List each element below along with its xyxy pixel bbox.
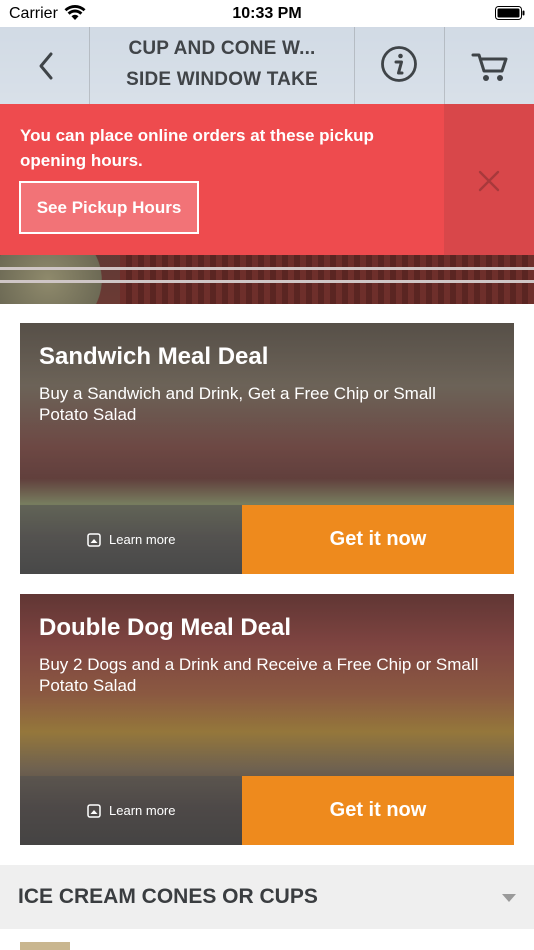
learn-more-button[interactable]: Learn more — [20, 776, 242, 845]
chevron-down-icon — [502, 894, 516, 902]
back-chevron-icon — [39, 52, 53, 80]
deal-description: Buy a Sandwich and Drink, Get a Free Chi… — [39, 384, 436, 424]
deal-title: Double Dog Meal Deal — [39, 614, 292, 641]
category-label: ICE CREAM CONES OR CUPS — [18, 885, 318, 908]
close-icon — [478, 170, 500, 192]
store-title-line1: CUP AND CONE W... — [128, 38, 316, 59]
deal-description: Buy 2 Dogs and a Drink and Receive a Fre… — [39, 655, 479, 695]
clock: 10:33 PM — [232, 5, 302, 22]
menu-item-thumbnail — [20, 942, 70, 950]
learn-more-button[interactable]: Learn more — [20, 505, 242, 574]
image-icon — [87, 533, 101, 547]
deal-title: Sandwich Meal Deal — [39, 343, 269, 370]
status-bar: Carrier 10:33 PM — [0, 0, 534, 27]
info-button[interactable] — [355, 27, 445, 104]
deal-card[interactable]: Double Dog Meal Deal Buy 2 Dogs and a Dr… — [20, 594, 514, 845]
hero-railing — [0, 267, 534, 283]
image-icon — [87, 804, 101, 818]
menu-item-row[interactable] — [0, 929, 534, 950]
get-it-now-button[interactable]: Get it now — [242, 776, 514, 845]
cart-button[interactable] — [445, 27, 534, 104]
navigation-bar: CUP AND CONE W... SIDE WINDOW TAKE — [0, 27, 534, 104]
store-title: CUP AND CONE W... SIDE WINDOW TAKE — [90, 27, 355, 104]
banner-close-button[interactable] — [444, 104, 534, 255]
category-header-ice-cream[interactable]: ICE CREAM CONES OR CUPS — [0, 865, 534, 929]
see-pickup-hours-button[interactable]: See Pickup Hours — [19, 181, 199, 234]
battery-icon — [495, 6, 525, 20]
cart-icon — [471, 53, 508, 81]
banner-message: You can place online orders at these pic… — [20, 126, 374, 170]
back-button[interactable] — [0, 27, 90, 104]
learn-more-label: Learn more — [109, 532, 176, 547]
learn-more-label: Learn more — [109, 803, 176, 818]
deal-card[interactable]: Sandwich Meal Deal Buy a Sandwich and Dr… — [20, 323, 514, 574]
info-icon — [381, 46, 417, 82]
pickup-hours-banner: You can place online orders at these pic… — [0, 104, 534, 255]
get-it-now-button[interactable]: Get it now — [242, 505, 514, 574]
store-title-line2: SIDE WINDOW TAKE — [126, 69, 318, 90]
